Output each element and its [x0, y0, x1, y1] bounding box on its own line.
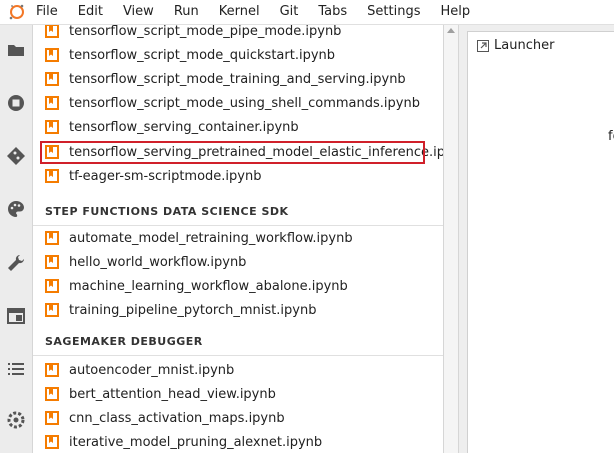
notebook-icon: [45, 303, 59, 317]
file-name: tensorflow_script_mode_pipe_mode.ipynb: [69, 25, 342, 39]
menu-kernel[interactable]: Kernel: [219, 0, 260, 24]
file-item[interactable]: iterative_model_pruning_alexnet.ipynb: [33, 431, 443, 453]
file-item[interactable]: tensorflow_script_mode_training_and_serv…: [33, 68, 443, 92]
file-item[interactable]: machine_learning_workflow_abalone.ipynb: [33, 275, 443, 299]
file-name: autoencoder_mnist.ipynb: [69, 363, 235, 378]
file-name: training_pipeline_pytorch_mnist.ipynb: [69, 303, 317, 318]
file-name: tensorflow_serving_container.ipynb: [69, 120, 299, 135]
notebook-icon: [45, 411, 59, 425]
file-name: tensorflow_script_mode_using_shell_comma…: [69, 96, 420, 111]
menu-view[interactable]: View: [123, 0, 154, 24]
file-name: tensorflow_script_mode_training_and_serv…: [69, 72, 406, 87]
tab-label: Launcher: [494, 38, 555, 53]
file-name: tf-eager-sm-scriptmode.ipynb: [69, 169, 262, 184]
git-icon[interactable]: [6, 146, 26, 166]
wrench-icon[interactable]: [6, 253, 26, 273]
folder-icon[interactable]: [6, 40, 26, 60]
menu-tabs[interactable]: Tabs: [318, 0, 347, 24]
file-browser-panel: tensorflow_script_mode_pipe_mode.ipynb t…: [33, 25, 444, 453]
menu-run[interactable]: Run: [174, 0, 199, 24]
file-item[interactable]: autoencoder_mnist.ipynb: [33, 359, 443, 383]
file-item[interactable]: hello_world_workflow.ipynb: [33, 251, 443, 275]
left-sidebar-rail: [0, 25, 33, 453]
tab-launcher[interactable]: Launcher: [467, 31, 614, 60]
section-title: SAGEMAKER DEBUGGER: [45, 335, 203, 348]
menu-bar: File Edit View Run Kernel Git Tabs Setti…: [0, 0, 614, 25]
menu-edit[interactable]: Edit: [78, 0, 103, 24]
notebook-icon: [45, 96, 59, 110]
menu-file[interactable]: File: [36, 0, 58, 24]
notebook-icon: [45, 48, 59, 62]
file-name: cnn_class_activation_maps.ipynb: [69, 411, 285, 426]
file-name: tensorflow_serving_pretrained_model_elas…: [69, 145, 444, 160]
section-header: SAGEMAKER DEBUGGER: [33, 329, 443, 356]
file-browser-scrollbar[interactable]: [444, 25, 459, 453]
notebook-icon: [45, 169, 59, 183]
notebook-icon: [45, 435, 59, 449]
launcher-icon: [477, 40, 489, 52]
file-name: automate_model_retraining_workflow.ipynb: [69, 231, 353, 246]
menu-list: File Edit View Run Kernel Git Tabs Setti…: [36, 0, 490, 24]
section-header: STEP FUNCTIONS DATA SCIENCE SDK: [33, 199, 443, 226]
file-item-selected[interactable]: tensorflow_serving_pretrained_model_elas…: [33, 141, 443, 165]
file-item[interactable]: cnn_class_activation_maps.ipynb: [33, 407, 443, 431]
file-item[interactable]: tensorflow_serving_container.ipynb: [33, 116, 443, 140]
notebook-icon: [45, 231, 59, 245]
menu-git[interactable]: Git: [280, 0, 299, 24]
file-item[interactable]: automate_model_retraining_workflow.ipynb: [33, 227, 443, 251]
scroll-up-arrow-icon[interactable]: [447, 28, 455, 33]
file-name: bert_attention_head_view.ipynb: [69, 387, 276, 402]
file-name: machine_learning_workflow_abalone.ipynb: [69, 279, 348, 294]
file-item[interactable]: tensorflow_script_mode_quickstart.ipynb: [33, 44, 443, 68]
tab-window-icon[interactable]: [6, 306, 26, 326]
file-name: hello_world_workflow.ipynb: [69, 255, 247, 270]
notebook-icon: [45, 72, 59, 86]
notebook-icon: [45, 279, 59, 293]
menu-settings[interactable]: Settings: [367, 0, 420, 24]
menu-help[interactable]: Help: [441, 0, 471, 24]
jupyter-logo-icon: [9, 4, 24, 20]
section-title: STEP FUNCTIONS DATA SCIENCE SDK: [45, 205, 289, 218]
notebook-icon: [45, 387, 59, 401]
stop-circle-icon[interactable]: [6, 93, 26, 113]
list-icon[interactable]: [6, 359, 26, 379]
file-item[interactable]: training_pipeline_pytorch_mnist.ipynb: [33, 299, 443, 323]
file-item[interactable]: tensorflow_script_mode_pipe_mode.ipynb: [33, 25, 443, 44]
notebook-icon: [45, 145, 59, 159]
notebook-icon: [45, 120, 59, 134]
file-name: tensorflow_script_mode_quickstart.ipynb: [69, 48, 336, 63]
extension-icon[interactable]: [6, 410, 26, 430]
main-area: Launcher fo: [459, 25, 614, 453]
file-name: iterative_model_pruning_alexnet.ipynb: [69, 435, 323, 450]
file-item[interactable]: bert_attention_head_view.ipynb: [33, 383, 443, 407]
notebook-icon: [45, 255, 59, 269]
file-item[interactable]: tf-eager-sm-scriptmode.ipynb: [33, 165, 443, 189]
launcher-text-fragment: fo: [608, 129, 614, 144]
notebook-icon: [45, 25, 59, 38]
palette-icon[interactable]: [6, 199, 26, 219]
launcher-body: fo: [467, 59, 614, 453]
notebook-icon: [45, 363, 59, 377]
file-item[interactable]: tensorflow_script_mode_using_shell_comma…: [33, 92, 443, 116]
